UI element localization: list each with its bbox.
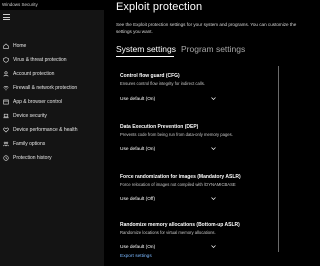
sidebar-item-label: Virus & threat protection <box>13 57 67 63</box>
sidebar-item-family-options[interactable]: Family options <box>0 137 104 151</box>
sidebar-item-account-protection[interactable]: Account protection <box>0 67 104 81</box>
setting-title: Control flow guard (CFG) <box>120 73 180 79</box>
setting-dep: Data Execution Prevention (DEP) Prevents… <box>120 124 300 152</box>
dropdown-value: Use default (On) <box>120 244 156 250</box>
laptop-icon <box>3 113 9 119</box>
chevron-down-icon <box>211 196 216 201</box>
sidebar-item-label: Family options <box>13 141 46 147</box>
wifi-icon <box>3 85 9 91</box>
setting-description: Force relocation of images not compiled … <box>120 181 236 187</box>
sidebar-item-label: Device security <box>13 113 47 119</box>
dropdown-value: Use default (Off) <box>120 196 156 202</box>
sidebar-item-label: App & browser control <box>13 99 63 105</box>
page-title: Exploit protection <box>116 1 203 13</box>
dropdown-value: Use default (On) <box>120 146 156 152</box>
history-icon <box>3 155 9 161</box>
page-description: See the Exploit protection settings for … <box>116 22 297 34</box>
sidebar-item-device-security[interactable]: Device security <box>0 109 104 123</box>
chevron-down-icon <box>211 244 216 249</box>
setting-title: Data Execution Prevention (DEP) <box>120 124 199 130</box>
chevron-down-icon <box>211 96 216 101</box>
mandatory-aslr-dropdown[interactable]: Use default (Off) <box>120 194 216 204</box>
sidebar-item-device-performance-health[interactable]: Device performance & health <box>0 123 104 137</box>
bottom-up-aslr-dropdown[interactable]: Use default (On) <box>120 242 216 252</box>
setting-description: Ensures control flow integrity for indir… <box>120 80 205 86</box>
sidebar-item-home[interactable]: Home <box>0 39 104 53</box>
setting-description: Randomize locations for virtual memory a… <box>120 229 216 235</box>
dropdown-value: Use default (On) <box>120 96 156 102</box>
shield-icon <box>3 57 9 63</box>
setting-bottom-up-aslr: Randomize memory allocations (Bottom-up … <box>120 222 300 250</box>
setting-description: Prevents code from being run from data-o… <box>120 131 233 137</box>
hamburger-menu-icon[interactable] <box>3 14 10 20</box>
sidebar-item-protection-history[interactable]: Protection history <box>0 151 104 165</box>
setting-control-flow-guard: Control flow guard (CFG) Ensures control… <box>120 73 300 102</box>
person-icon <box>3 71 9 77</box>
home-icon <box>3 43 9 49</box>
export-settings-link[interactable]: Export settings <box>120 254 152 259</box>
main-content: Exploit protection See the Exploit prote… <box>104 0 320 266</box>
sidebar-item-app-browser-control[interactable]: App & browser control <box>0 95 104 109</box>
sidebar-item-label: Account protection <box>13 71 55 77</box>
heart-icon <box>3 127 9 133</box>
dep-dropdown[interactable]: Use default (On) <box>120 144 216 154</box>
tab-bar: System settings Program settings <box>116 44 250 54</box>
sidebar: Home Virus & threat protection Account pro… <box>0 10 104 266</box>
tab-system-settings[interactable]: System settings <box>116 44 176 54</box>
sidebar-nav: Home Virus & threat protection Account pro… <box>0 39 104 165</box>
setting-title: Randomize memory allocations (Bottom-up … <box>120 222 240 228</box>
sidebar-item-label: Firewall & network protection <box>13 85 78 91</box>
sidebar-item-label: Home <box>13 43 27 49</box>
app-window-icon <box>3 99 9 105</box>
cfg-dropdown[interactable]: Use default (On) <box>120 94 216 104</box>
family-icon <box>3 141 9 147</box>
sidebar-item-label: Protection history <box>13 155 52 161</box>
sidebar-item-virus-threat-protection[interactable]: Virus & threat protection <box>0 53 104 67</box>
windows-security-window: Windows Security Home Virus & threat prot… <box>0 0 320 266</box>
active-tab-indicator <box>116 56 174 57</box>
setting-mandatory-aslr: Force randomization for images (Mandator… <box>120 174 300 202</box>
sidebar-item-firewall-network-protection[interactable]: Firewall & network protection <box>0 81 104 95</box>
sidebar-item-label: Device performance & health <box>13 127 78 133</box>
chevron-down-icon <box>211 146 216 151</box>
tab-program-settings[interactable]: Program settings <box>181 44 245 54</box>
setting-title: Force randomization for images (Mandator… <box>120 174 241 180</box>
